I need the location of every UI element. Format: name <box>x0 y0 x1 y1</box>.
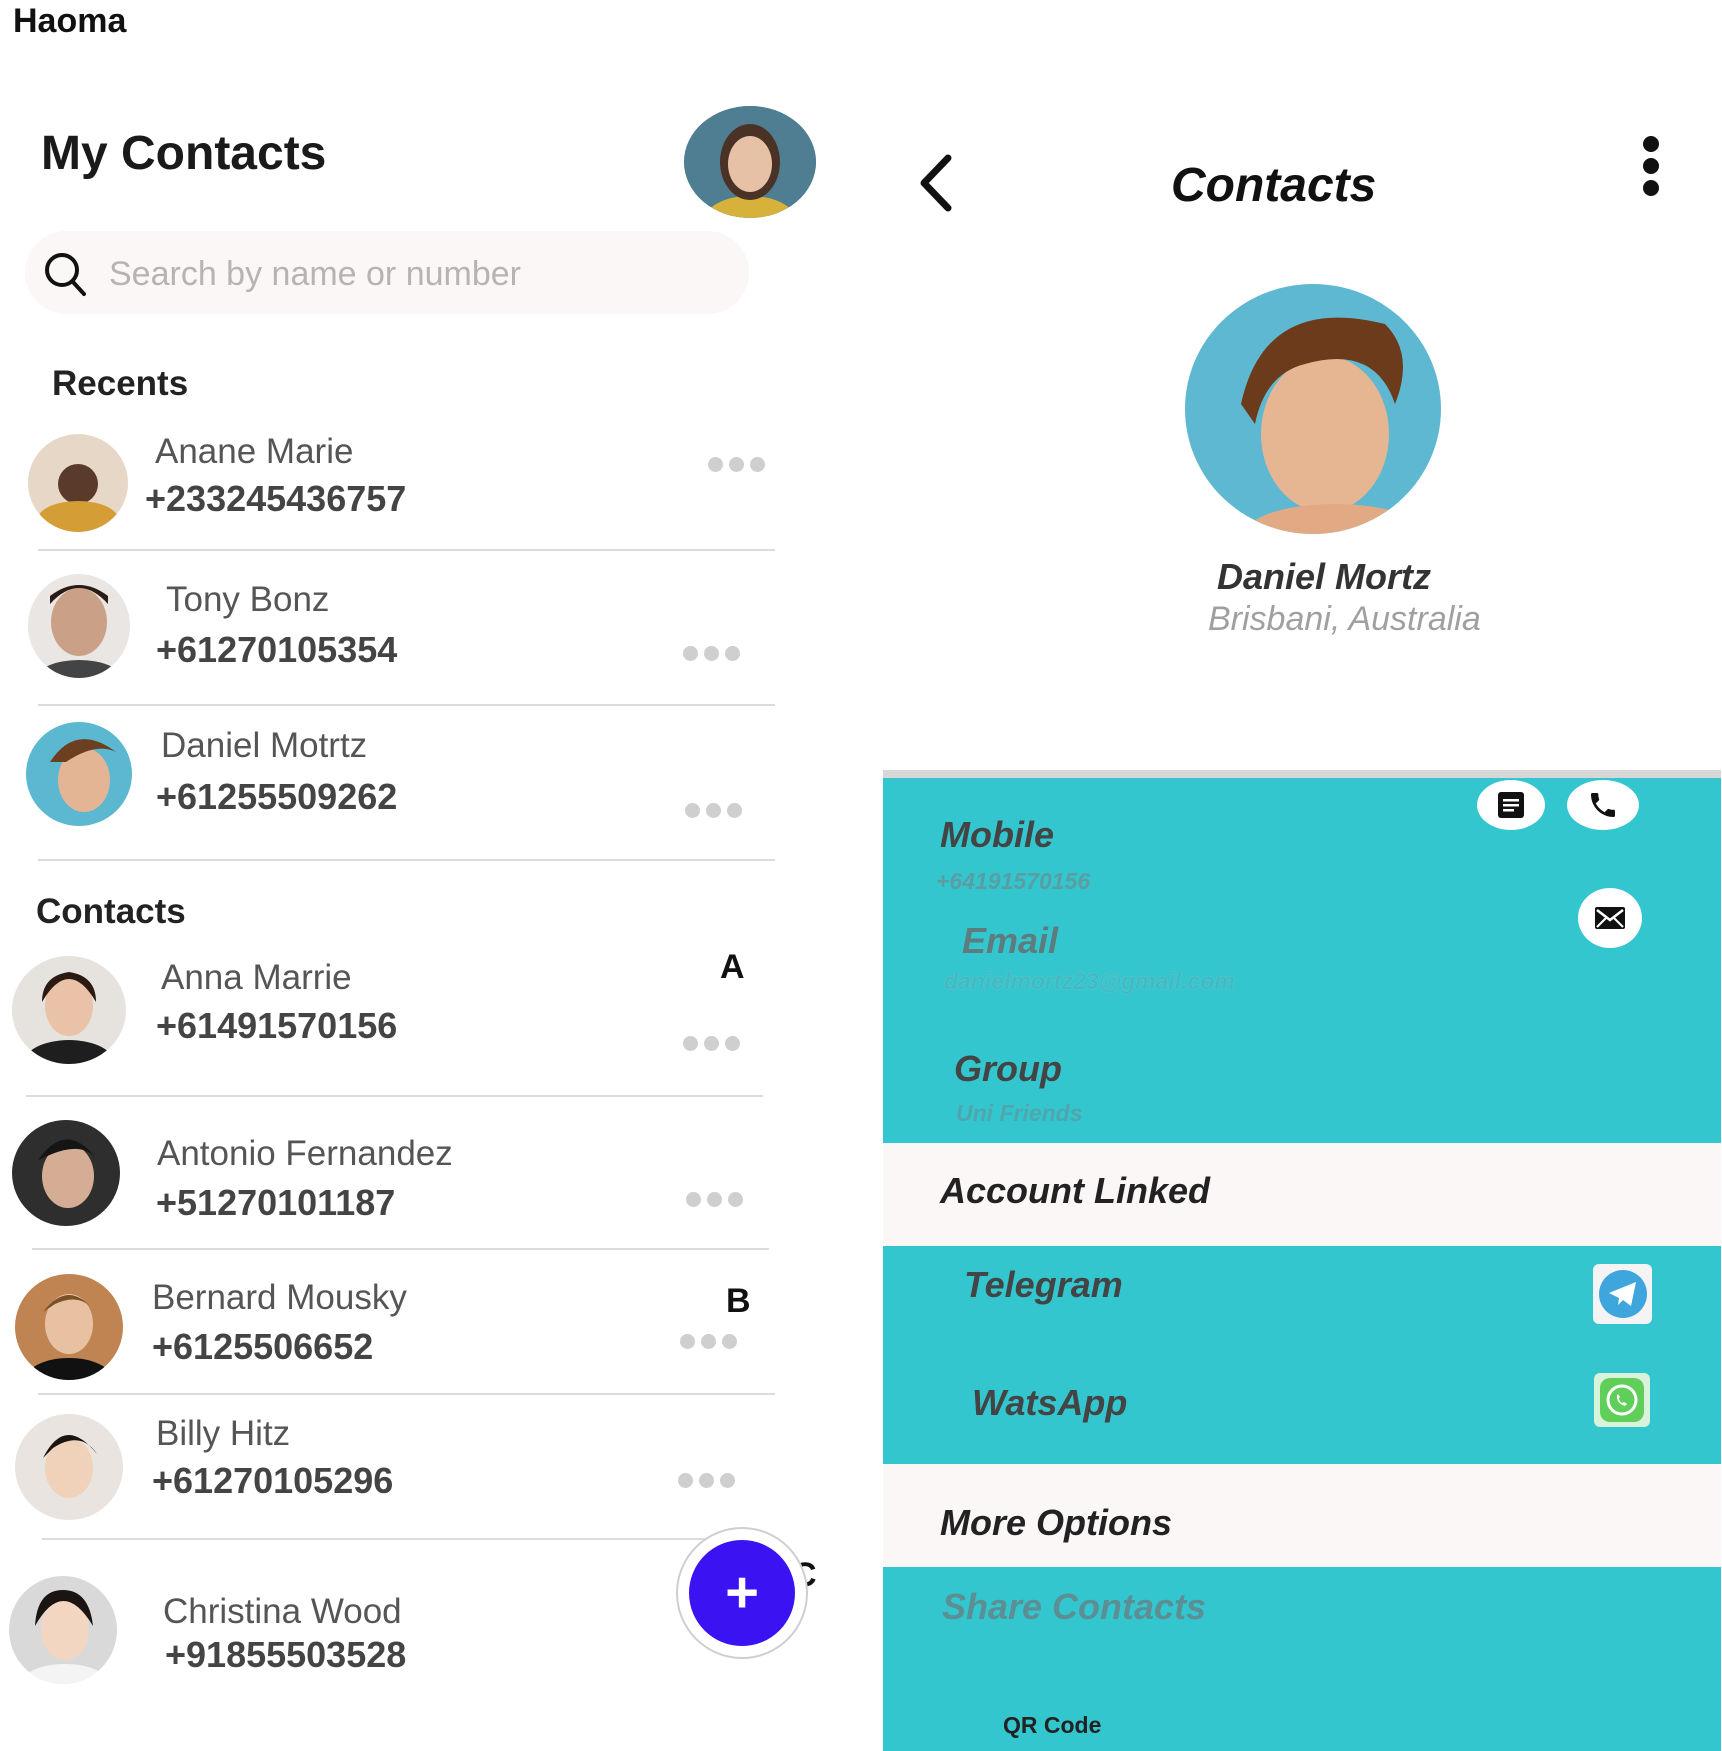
page-title: My Contacts <box>41 127 327 180</box>
email-value[interactable]: danielmortz23@gmail.com <box>944 968 1235 995</box>
contact-name: Anane Marie <box>155 432 354 471</box>
telegram-label: Telegram <box>964 1264 1123 1305</box>
contact-name: Anna Marrie <box>161 958 352 997</box>
divider <box>38 859 775 861</box>
share-contacts-button[interactable]: Share Contacts <box>942 1586 1206 1628</box>
contact-name: Christina Wood <box>163 1592 402 1631</box>
contact-avatar <box>9 1576 117 1684</box>
phone-icon <box>1591 793 1615 817</box>
account-linked-label: Account Linked <box>940 1170 1211 1211</box>
contact-row[interactable]: Antonio Fernandez +51270101187 <box>0 1118 800 1248</box>
index-letter: B <box>726 1282 751 1320</box>
add-contact-button[interactable]: + <box>676 1527 808 1659</box>
qr-code-button[interactable]: QR Code <box>1003 1712 1101 1739</box>
contact-location: Brisbani, Australia <box>1208 600 1481 638</box>
more-options-label: More Options <box>940 1502 1172 1543</box>
search-input[interactable] <box>107 243 731 305</box>
telegram-icon[interactable] <box>1593 1264 1652 1324</box>
contact-name: Tony Bonz <box>166 580 330 619</box>
group-label: Group <box>954 1048 1062 1089</box>
contact-phone: +6125506652 <box>152 1326 374 1367</box>
kebab-menu-icon[interactable] <box>1638 136 1664 196</box>
contact-phone: +61270105354 <box>156 629 398 670</box>
contact-avatar <box>12 1120 120 1226</box>
more-options-icon[interactable] <box>686 1192 743 1207</box>
mobile-value[interactable]: +64191570156 <box>936 868 1090 895</box>
divider <box>38 1393 775 1395</box>
card-top-shadow <box>883 770 1721 778</box>
divider <box>38 549 775 551</box>
contact-name: Antonio Fernandez <box>157 1134 453 1173</box>
whatsapp-icon[interactable] <box>1594 1373 1650 1427</box>
contact-avatar <box>28 434 128 532</box>
contact-phone: +233245436757 <box>145 478 407 519</box>
more-options-icon[interactable] <box>685 803 742 818</box>
contact-phone: +61270105296 <box>152 1460 394 1501</box>
recent-contact-row[interactable]: Anane Marie +233245436757 <box>0 430 800 550</box>
message-icon <box>1498 792 1524 818</box>
more-options-icon[interactable] <box>680 1334 737 1349</box>
more-options-icon[interactable] <box>683 646 740 661</box>
plus-icon: + <box>689 1540 795 1646</box>
contact-avatar <box>15 1274 123 1380</box>
contact-avatar <box>15 1414 123 1520</box>
contact-row[interactable]: Anna Marrie +61491570156 A <box>0 948 800 1100</box>
envelope-icon <box>1595 907 1625 929</box>
contacts-list-screen: My Contacts Recents Anane Marie +2332454… <box>0 0 870 1751</box>
contact-avatar <box>26 722 132 826</box>
index-letter: A <box>720 948 745 986</box>
divider <box>42 1538 779 1540</box>
more-options-icon[interactable] <box>708 457 765 472</box>
divider <box>32 1248 769 1250</box>
contact-full-name: Daniel Mortz <box>1217 556 1432 597</box>
contact-name: Bernard Mousky <box>152 1278 407 1317</box>
contact-photo <box>1185 284 1441 534</box>
contact-phone: +61491570156 <box>156 1005 398 1046</box>
search-icon <box>45 253 86 296</box>
more-options-icon[interactable] <box>678 1473 735 1488</box>
more-options-icon[interactable] <box>683 1036 740 1051</box>
contact-row[interactable]: Bernard Mousky +6125506652 B <box>0 1270 800 1400</box>
group-value[interactable]: Uni Friends <box>956 1100 1083 1127</box>
recents-heading: Recents <box>52 364 189 403</box>
recent-contact-row[interactable]: Daniel Motrtz +61255509262 <box>0 720 800 850</box>
message-button[interactable] <box>1477 780 1545 830</box>
profile-avatar[interactable] <box>684 106 816 218</box>
email-label: Email <box>962 920 1059 961</box>
back-arrow-icon[interactable] <box>914 152 958 214</box>
divider <box>38 704 775 706</box>
email-button[interactable] <box>1578 888 1642 948</box>
contact-phone: +51270101187 <box>156 1182 396 1223</box>
contact-phone: +91855503528 <box>165 1634 407 1675</box>
contact-name: Billy Hitz <box>156 1414 291 1453</box>
whatsapp-label: WatsApp <box>972 1382 1128 1423</box>
contacts-heading: Contacts <box>36 892 186 931</box>
mobile-label: Mobile <box>940 814 1054 855</box>
detail-title: Contacts <box>1171 159 1377 212</box>
contact-row[interactable]: Billy Hitz +61270105296 <box>0 1410 800 1540</box>
contact-avatar <box>12 956 126 1064</box>
contact-avatar <box>28 574 130 678</box>
search-bar[interactable] <box>25 231 749 314</box>
divider <box>26 1095 763 1097</box>
contact-phone: +61255509262 <box>156 776 398 817</box>
contact-name: Daniel Motrtz <box>161 726 368 765</box>
recent-contact-row[interactable]: Tony Bonz +61270105354 <box>0 574 800 704</box>
call-button[interactable] <box>1567 780 1639 830</box>
